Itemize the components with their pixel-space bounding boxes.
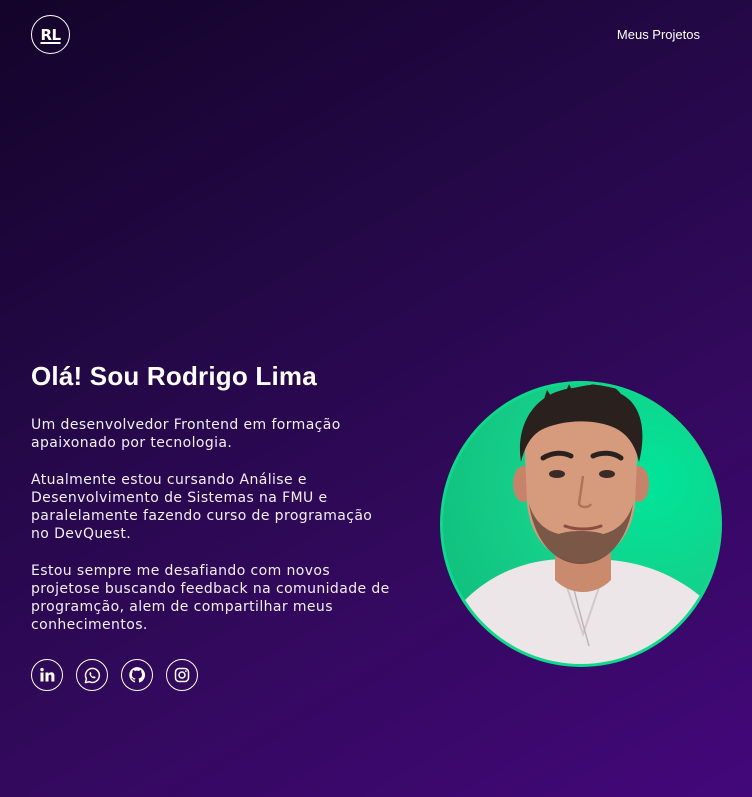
hero-title: Olá! Sou Rodrigo Lima <box>31 361 317 391</box>
profile-photo <box>443 384 719 664</box>
github-icon <box>129 667 146 683</box>
person-illustration <box>443 384 719 664</box>
profile-photo-frame <box>440 381 722 667</box>
whatsapp-link[interactable] <box>76 659 108 691</box>
logo-text: RL <box>40 25 61 44</box>
instagram-icon <box>174 667 190 683</box>
hero-paragraph-community: Estou sempre me desafiando com novos pro… <box>31 563 390 633</box>
hero-content: Olá! Sou Rodrigo Lima Um desenvolvedor F… <box>31 358 391 653</box>
hero-paragraph-intro: Um desenvolvedor Frontend em formação ap… <box>31 417 341 451</box>
github-link[interactable] <box>121 659 153 691</box>
hero-paragraph-education: Atualmente estou cursando Análise e Dese… <box>31 472 373 542</box>
whatsapp-icon <box>84 667 100 683</box>
linkedin-link[interactable] <box>31 659 63 691</box>
social-links <box>31 659 198 691</box>
instagram-link[interactable] <box>166 659 198 691</box>
logo[interactable]: RL <box>31 15 70 54</box>
linkedin-icon <box>40 667 55 682</box>
nav-link-meus-projetos[interactable]: Meus Projetos <box>617 27 700 42</box>
